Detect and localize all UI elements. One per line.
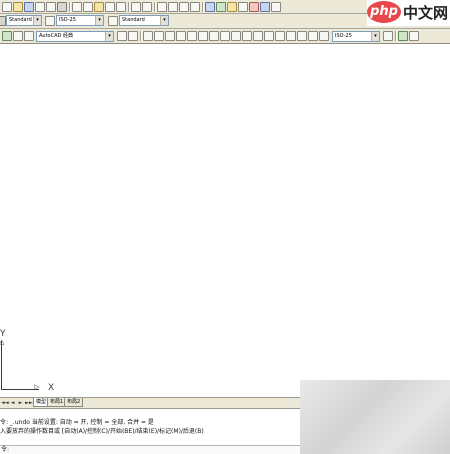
design-center-icon[interactable] [216, 2, 226, 12]
arrow-right-icon: ▷ [34, 383, 40, 391]
markup-set-manager-icon[interactable] [249, 2, 259, 12]
dim-text-edit-icon[interactable] [308, 31, 318, 41]
autocad-window: Standard ▾ ISO-25 ▾ Standard ▾ AutoCAD 经… [0, 0, 450, 454]
table-style-select[interactable]: Standard ▾ [119, 15, 169, 26]
jogged-dim-icon[interactable] [198, 31, 208, 41]
watermark-logo: php 中文网 [367, 0, 450, 26]
redo-icon[interactable] [142, 2, 152, 12]
separator [202, 2, 204, 12]
workspace-select[interactable]: AutoCAD 经典 ▾ [36, 31, 114, 42]
block-editor-icon[interactable] [116, 2, 126, 12]
angular-dim-icon[interactable] [220, 31, 230, 41]
command-prompt: 令: [1, 446, 10, 453]
baseline-dim-icon[interactable] [242, 31, 252, 41]
text-style-select[interactable]: Standard ▾ [6, 15, 42, 26]
tab-layout2[interactable]: 布局2 [64, 398, 84, 407]
workspace-settings-icon[interactable] [117, 31, 127, 41]
separator [140, 31, 142, 41]
radius-dim-icon[interactable] [187, 31, 197, 41]
tab-nav-last[interactable]: ►► [25, 399, 33, 407]
drawing-area[interactable]: Y X ▷ △ [0, 45, 450, 397]
dim-style-select[interactable]: ISO-25 ▾ [56, 15, 104, 26]
table-style-icon[interactable] [108, 16, 118, 26]
tab-nav-prev[interactable]: ◄ [9, 399, 16, 407]
qleader-icon[interactable] [264, 31, 274, 41]
publish-icon[interactable] [57, 2, 67, 12]
arc-length-icon[interactable] [165, 31, 175, 41]
chevron-down-icon[interactable]: ▾ [33, 16, 41, 25]
dim-update-icon[interactable] [319, 31, 329, 41]
layer-state-icon[interactable] [13, 31, 23, 41]
separator [395, 31, 397, 41]
dimension-toolbar: AutoCAD 经典 ▾ ISO-25 ▾ [0, 29, 450, 44]
open-file-icon[interactable] [13, 2, 23, 12]
copy-icon[interactable] [83, 2, 93, 12]
separator [154, 2, 156, 12]
layer-off-icon[interactable] [409, 31, 419, 41]
layer-previous-icon[interactable] [24, 31, 34, 41]
zoom-realtime-icon[interactable] [168, 2, 178, 12]
plot-preview-icon[interactable] [46, 2, 56, 12]
diameter-dim-icon[interactable] [209, 31, 219, 41]
tool-palettes-icon[interactable] [227, 2, 237, 12]
command-history-line: 入要放弃的操作数目或 [自动(A)/控制(C)/开始(BE)/结束(E)/标记(… [0, 428, 204, 435]
separator [128, 2, 130, 12]
sheet-set-manager-icon[interactable] [238, 2, 248, 12]
center-mark-icon[interactable] [286, 31, 296, 41]
command-history-line: 令: _.undo 当前设置: 自动 = 开, 控制 = 全部, 合并 = 是 [0, 419, 154, 426]
ucs-x-label: X [48, 383, 55, 393]
blurred-region [300, 380, 450, 454]
quickcalc-icon[interactable] [260, 2, 270, 12]
separator [69, 2, 71, 12]
tab-nav-first[interactable]: ◄◄ [1, 399, 9, 407]
quick-dim-icon[interactable] [231, 31, 241, 41]
linear-dim-icon[interactable] [143, 31, 153, 41]
save-icon[interactable] [24, 2, 34, 12]
ordinate-dim-icon[interactable] [176, 31, 186, 41]
aligned-dim-icon[interactable] [154, 31, 164, 41]
new-file-icon[interactable] [2, 2, 12, 12]
print-icon[interactable] [35, 2, 45, 12]
dimension-style-icon[interactable] [383, 31, 393, 41]
properties-icon[interactable] [205, 2, 215, 12]
dim-style-icon[interactable] [45, 16, 55, 26]
help-icon[interactable] [271, 2, 281, 12]
match-properties-icon[interactable] [105, 2, 115, 12]
watermark-text: 中文网 [403, 4, 449, 22]
save-workspace-icon[interactable] [128, 31, 138, 41]
tolerance-icon[interactable] [275, 31, 285, 41]
undo-icon[interactable] [131, 2, 141, 12]
layer-manager-icon[interactable] [2, 31, 12, 41]
arrow-up-icon: △ [0, 338, 5, 346]
pan-icon[interactable] [157, 2, 167, 12]
dim-edit-icon[interactable] [297, 31, 307, 41]
continue-dim-icon[interactable] [253, 31, 263, 41]
zoom-window-icon[interactable] [179, 2, 189, 12]
cut-icon[interactable] [72, 2, 82, 12]
chevron-down-icon[interactable]: ▾ [105, 32, 113, 41]
chevron-down-icon[interactable]: ▾ [95, 16, 103, 25]
ucs-y-axis [1, 341, 2, 389]
paste-icon[interactable] [94, 2, 104, 12]
php-logo: php [367, 1, 401, 23]
layer-isolate-icon[interactable] [398, 31, 408, 41]
zoom-previous-icon[interactable] [190, 2, 200, 12]
dim-style-select-right[interactable]: ISO-25 ▾ [332, 31, 380, 42]
tab-nav-next[interactable]: ► [17, 399, 24, 407]
chevron-down-icon[interactable]: ▾ [371, 32, 379, 41]
chevron-down-icon[interactable]: ▾ [160, 16, 168, 25]
